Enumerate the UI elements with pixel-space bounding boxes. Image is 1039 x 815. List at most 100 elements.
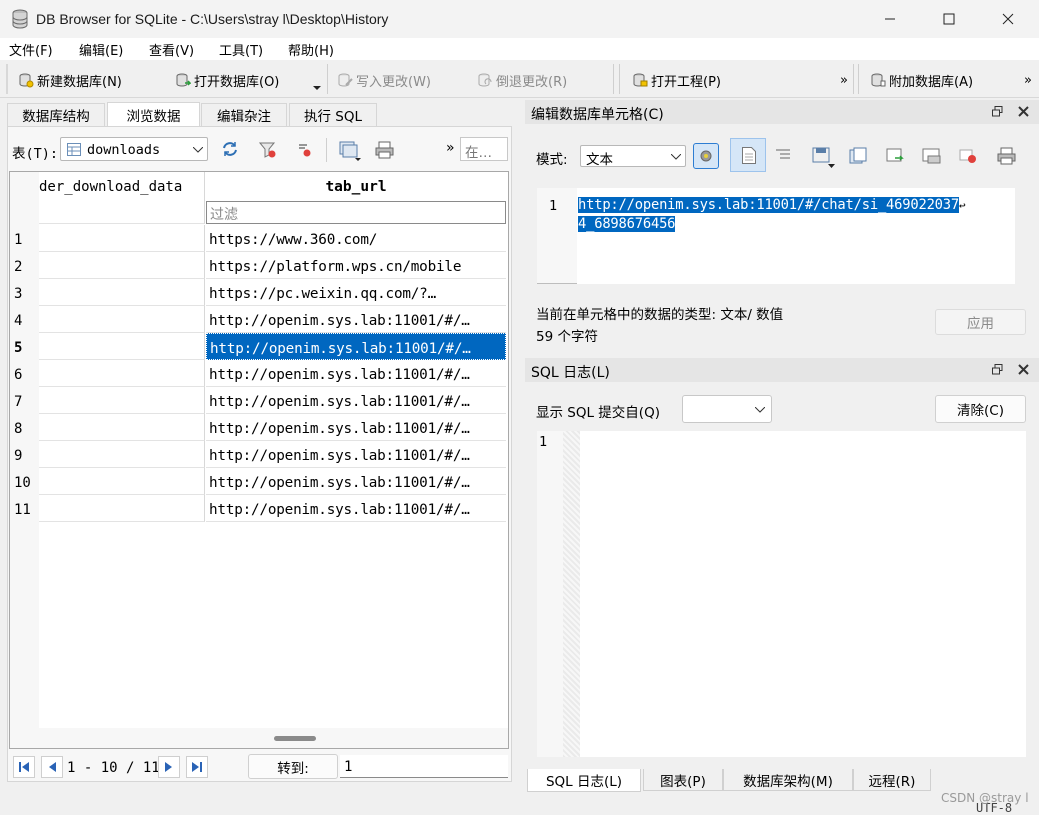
row-header[interactable]: 5 xyxy=(10,333,39,360)
filter-input-tab-url[interactable]: 过滤 xyxy=(206,201,506,224)
tab-edit-pragmas[interactable]: 编辑杂注 xyxy=(201,103,287,126)
refresh-icon[interactable] xyxy=(221,140,239,158)
menu-edit[interactable]: 编辑(E) xyxy=(79,40,123,59)
tab-database-structure[interactable]: 数据库结构 xyxy=(7,103,105,126)
set-as-null-icon[interactable] xyxy=(886,147,904,165)
table-cell-tab-url[interactable]: https://pc.weixin.qq.com/?… xyxy=(206,279,506,306)
open-database-dropdown-icon[interactable] xyxy=(313,86,321,91)
row-header[interactable]: 6 xyxy=(10,360,39,387)
sql-log-editor[interactable]: 1 xyxy=(537,431,1026,757)
sql-log-text-area[interactable] xyxy=(580,431,1026,757)
row-header[interactable]: 2 xyxy=(10,252,39,279)
menu-file[interactable]: 文件(F) xyxy=(9,40,53,59)
float-dock-icon[interactable] xyxy=(992,106,1003,117)
table-cell-tab-url[interactable]: https://www.360.com/ xyxy=(206,225,506,252)
column-header-download-data[interactable]: der_download_data xyxy=(39,172,205,201)
new-database-button[interactable]: 新建数据库(N) xyxy=(18,69,122,91)
table-cell[interactable] xyxy=(39,279,205,306)
float-dock-icon[interactable] xyxy=(992,364,1003,375)
apply-button[interactable]: 应用 xyxy=(935,309,1026,335)
print-icon[interactable] xyxy=(375,141,394,159)
first-page-button[interactable] xyxy=(13,756,35,778)
table-cell[interactable] xyxy=(39,441,205,468)
menu-tools[interactable]: 工具(T) xyxy=(219,40,263,59)
table-cell[interactable] xyxy=(39,387,205,414)
toolbar-overflow-1[interactable]: » xyxy=(840,69,848,91)
tab-plot[interactable]: 图表(P) xyxy=(643,769,723,791)
save-table-icon[interactable] xyxy=(339,140,361,162)
tab-db-schema[interactable]: 数据库架构(M) xyxy=(723,769,853,791)
table-cell-tab-url[interactable]: http://openim.sys.lab:11001/#/… xyxy=(206,387,506,414)
table-cell[interactable] xyxy=(39,414,205,441)
table-cell[interactable] xyxy=(39,306,205,333)
table-cell[interactable] xyxy=(39,360,205,387)
print-cell-icon[interactable] xyxy=(997,147,1016,165)
open-project-button[interactable]: 打开工程(P) xyxy=(632,69,721,91)
search-input[interactable]: 在… xyxy=(460,137,508,161)
tab-remote[interactable]: 远程(R) xyxy=(853,769,931,791)
scrollbar-thumb[interactable] xyxy=(274,736,316,741)
row-header[interactable]: 8 xyxy=(10,414,39,441)
word-wrap-button[interactable] xyxy=(730,138,766,172)
next-page-button[interactable] xyxy=(158,756,180,778)
write-changes-button[interactable]: 写入更改(W) xyxy=(337,69,431,91)
cell-editor[interactable]: 1 http://openim.sys.lab:11001/#/chat/si_… xyxy=(537,188,1015,284)
toolbar-overflow-2[interactable]: » xyxy=(1024,69,1032,91)
tab-execute-sql[interactable]: 执行 SQL xyxy=(289,103,377,126)
tab-browse-data[interactable]: 浏览数据 xyxy=(107,102,200,126)
sql-source-select[interactable] xyxy=(682,395,772,423)
goto-button[interactable]: 转到: xyxy=(248,754,338,779)
clear-cell-icon[interactable] xyxy=(959,148,977,164)
row-header[interactable]: 7 xyxy=(10,387,39,414)
maximize-button[interactable] xyxy=(920,0,978,38)
table-cell[interactable] xyxy=(39,468,205,495)
table-cell-tab-url[interactable]: http://openim.sys.lab:11001/#/… xyxy=(206,441,506,468)
minimize-button[interactable] xyxy=(861,0,919,38)
mode-label: 模式: xyxy=(536,152,568,168)
last-page-button[interactable] xyxy=(186,756,208,778)
goto-input[interactable]: 1 xyxy=(340,755,508,778)
row-header[interactable]: 9 xyxy=(10,441,39,468)
clear-log-button[interactable]: 清除(C) xyxy=(935,395,1026,423)
table-cell-tab-url[interactable]: https://platform.wps.cn/mobile xyxy=(206,252,506,279)
close-button[interactable] xyxy=(979,0,1037,38)
horizontal-scrollbar[interactable] xyxy=(10,728,508,748)
table-cell-tab-url[interactable]: http://openim.sys.lab:11001/#/… xyxy=(206,360,506,387)
table-cell-tab-url[interactable]: http://openim.sys.lab:11001/#/… xyxy=(206,468,506,495)
close-dock-icon[interactable] xyxy=(1018,106,1029,117)
previous-page-button[interactable] xyxy=(41,756,63,778)
browse-toolbar-overflow[interactable]: » xyxy=(446,140,455,156)
open-database-button[interactable]: 打开数据库(O) xyxy=(175,69,279,91)
clear-filters-icon[interactable] xyxy=(259,141,277,159)
mode-select[interactable]: 文本 xyxy=(580,145,686,168)
sort-icon[interactable] xyxy=(296,141,314,159)
table-cell[interactable] xyxy=(39,225,205,252)
table-select[interactable]: downloads xyxy=(60,137,208,161)
close-dock-icon[interactable] xyxy=(1018,364,1029,375)
cell-text-area[interactable]: http://openim.sys.lab:11001/#/chat/si_46… xyxy=(577,188,1015,284)
row-header[interactable]: 4 xyxy=(10,306,39,333)
indent-icon[interactable] xyxy=(776,149,790,161)
table-cell-tab-url[interactable]: http://openim.sys.lab:11001/#/… xyxy=(206,306,506,333)
export-icon[interactable] xyxy=(849,147,867,165)
table-cell[interactable] xyxy=(39,333,205,360)
table-cell-tab-url[interactable]: http://openim.sys.lab:11001/#/… xyxy=(206,495,506,522)
row-header[interactable]: 1 xyxy=(10,225,39,252)
tab-sql-log[interactable]: SQL 日志(L) xyxy=(527,769,641,792)
open-in-editor-icon[interactable] xyxy=(922,147,942,165)
table-cell[interactable] xyxy=(39,252,205,279)
table-cell-tab-url[interactable]: http://openim.sys.lab:11001/#/… xyxy=(206,333,506,360)
row-header[interactable]: 11 xyxy=(10,495,39,522)
import-file-icon[interactable] xyxy=(812,146,836,170)
revert-changes-button[interactable]: 倒退更改(R) xyxy=(477,69,567,91)
attach-database-button[interactable]: 附加数据库(A) xyxy=(870,69,973,91)
menu-view[interactable]: 查看(V) xyxy=(149,40,194,59)
filter-input-col1[interactable] xyxy=(39,201,205,224)
column-header-tab-url[interactable]: tab_url xyxy=(206,172,506,201)
table-cell-tab-url[interactable]: http://openim.sys.lab:11001/#/… xyxy=(206,414,506,441)
row-header[interactable]: 10 xyxy=(10,468,39,495)
row-header[interactable]: 3 xyxy=(10,279,39,306)
table-cell[interactable] xyxy=(39,495,205,522)
menu-help[interactable]: 帮助(H) xyxy=(288,40,334,59)
auto-format-button[interactable] xyxy=(693,143,719,169)
